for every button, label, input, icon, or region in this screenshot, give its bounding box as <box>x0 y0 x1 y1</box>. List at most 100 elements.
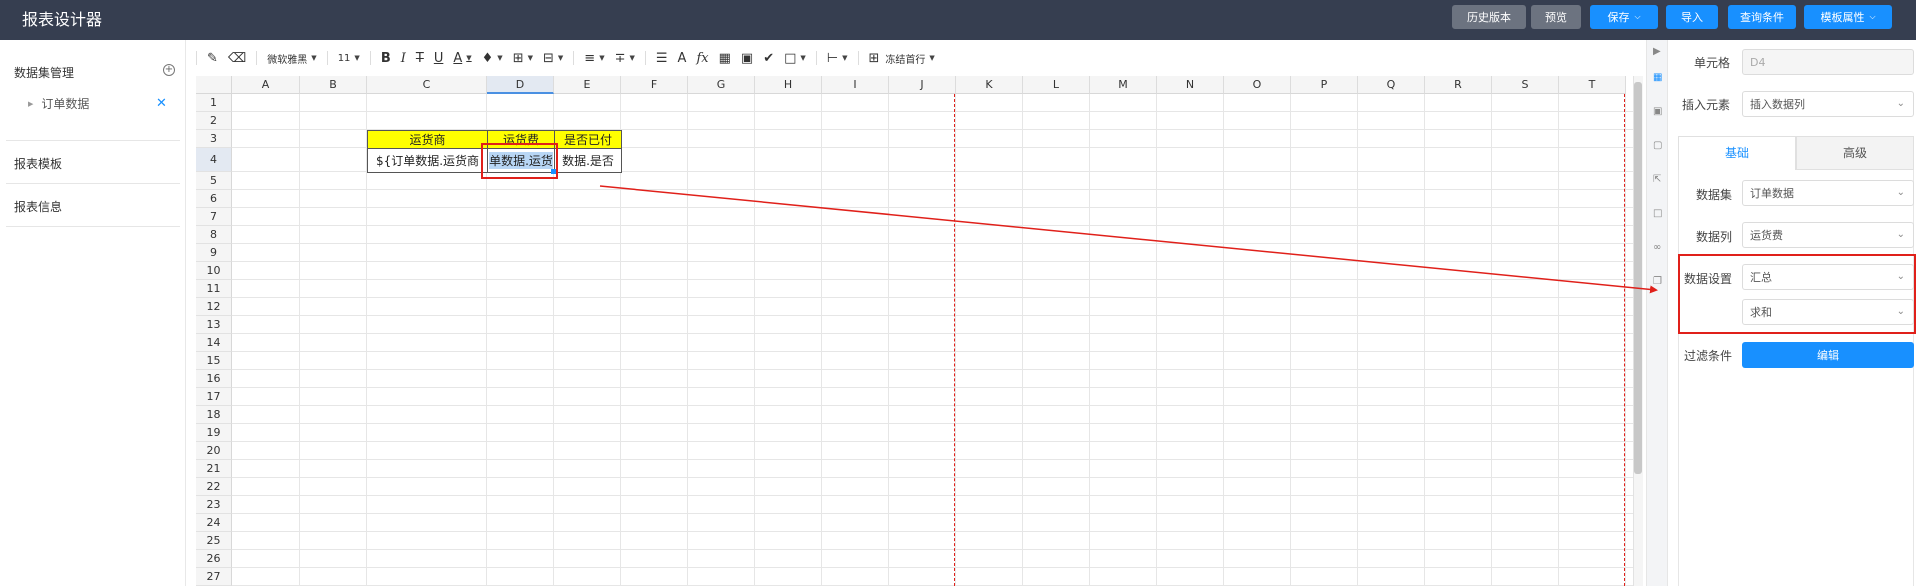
column-header-l[interactable]: L <box>1023 76 1090 94</box>
border-icon[interactable]: ⊞ ▼ <box>513 51 533 66</box>
row-height-icon[interactable]: ☰ <box>656 51 668 66</box>
row-header-18[interactable]: 18 <box>196 406 232 424</box>
column-header-t[interactable]: T <box>1559 76 1626 94</box>
template-properties-button[interactable]: 模板属性 ⌵ <box>1804 5 1892 29</box>
tab-basic[interactable]: 基础 <box>1678 136 1796 170</box>
column-width-icon[interactable]: ⊢ ▼ <box>827 51 848 66</box>
report-info-title[interactable]: 报表信息 <box>14 198 62 215</box>
data-column-select[interactable]: 运货费 ⌄ <box>1742 222 1914 248</box>
row-header-21[interactable]: 21 <box>196 460 232 478</box>
column-header-g[interactable]: G <box>688 76 755 94</box>
edit-filter-button[interactable]: 编辑 <box>1742 342 1914 368</box>
row-header-25[interactable]: 25 <box>196 532 232 550</box>
format-painter-icon[interactable]: ✎ <box>207 51 218 66</box>
cell-c4[interactable]: ${订单数据.运货商 <box>367 148 488 173</box>
eraser-icon[interactable]: ⌫ <box>228 51 246 66</box>
cell-e4[interactable]: 数据.是否 <box>554 148 622 173</box>
spreadsheet-grid[interactable]: A B C D E F G H I J K L M N O P Q R S T 1 2 3 4 5 6 7 8 9 10 11 12 13 14 1… <box>196 76 1643 586</box>
report-template-title[interactable]: 报表模板 <box>14 155 62 172</box>
font-color-icon[interactable]: A ▼ <box>453 51 471 66</box>
column-header-s[interactable]: S <box>1492 76 1559 94</box>
brush-icon[interactable]: ✔ <box>763 51 774 66</box>
align-horizontal-icon[interactable]: ≡ ▼ <box>584 51 604 66</box>
row-header-2[interactable]: 2 <box>196 112 232 130</box>
underline-icon[interactable]: U <box>434 51 444 66</box>
align-vertical-icon[interactable]: ∓ ▼ <box>615 51 635 66</box>
column-header-r[interactable]: R <box>1425 76 1492 94</box>
chart-icon[interactable]: ▦ <box>719 51 731 66</box>
row-header-20[interactable]: 20 <box>196 442 232 460</box>
fill-handle[interactable] <box>551 169 556 174</box>
row-header-26[interactable]: 26 <box>196 550 232 568</box>
fill-color-icon[interactable]: ♦ ▼ <box>482 51 503 66</box>
column-header-j[interactable]: J <box>889 76 956 94</box>
row-header-19[interactable]: 19 <box>196 424 232 442</box>
row-header-22[interactable]: 22 <box>196 478 232 496</box>
function-icon[interactable]: fx <box>696 51 708 66</box>
column-header-h[interactable]: H <box>755 76 822 94</box>
font-size-select[interactable]: 11 ▼ <box>338 53 360 64</box>
column-header-o[interactable]: O <box>1224 76 1291 94</box>
dataset-management-title[interactable]: 数据集管理 <box>14 64 74 81</box>
row-header-1[interactable]: 1 <box>196 94 232 112</box>
query-condition-button[interactable]: 查询条件 <box>1728 5 1796 29</box>
import-button[interactable]: 导入 <box>1666 5 1718 29</box>
row-header-16[interactable]: 16 <box>196 370 232 388</box>
row-header-14[interactable]: 14 <box>196 334 232 352</box>
dataset-item-order[interactable]: ▶ 订单数据 <box>28 95 89 112</box>
column-header-c[interactable]: C <box>367 76 487 94</box>
row-header-13[interactable]: 13 <box>196 316 232 334</box>
row-header-9[interactable]: 9 <box>196 244 232 262</box>
merge-cells-icon[interactable]: ⊟ ▼ <box>543 51 563 66</box>
cell-properties-icon[interactable]: ▦ <box>1653 72 1662 83</box>
export-icon[interactable]: ⇱ <box>1653 174 1661 185</box>
row-header-5[interactable]: 5 <box>196 172 232 190</box>
link-icon[interactable]: ∞ <box>1653 242 1661 253</box>
row-header-8[interactable]: 8 <box>196 226 232 244</box>
column-header-a[interactable]: A <box>232 76 300 94</box>
column-header-d[interactable]: D <box>487 76 554 94</box>
insert-element-select[interactable]: 插入数据列 ⌄ <box>1742 91 1914 117</box>
history-version-button[interactable]: 历史版本 <box>1452 5 1526 29</box>
tab-advanced[interactable]: 高级 <box>1796 136 1914 170</box>
row-header-7[interactable]: 7 <box>196 208 232 226</box>
copy-icon[interactable]: ❐ <box>1653 276 1662 287</box>
font-family-select[interactable]: 微软雅黑 ▼ <box>267 51 316 66</box>
cell-e3[interactable]: 是否已付 <box>554 130 622 149</box>
italic-icon[interactable]: I <box>401 51 406 66</box>
cell-c3[interactable]: 运货商 <box>367 130 488 149</box>
freeze-first-row-select[interactable]: ⊞ 冻结首行 ▼ <box>869 51 935 66</box>
row-header-24[interactable]: 24 <box>196 514 232 532</box>
row-header-17[interactable]: 17 <box>196 388 232 406</box>
collapse-panel-icon[interactable]: ▶ <box>1653 46 1661 57</box>
save-button[interactable]: 保存 ⌵ <box>1590 5 1658 29</box>
row-header-3[interactable]: 3 <box>196 130 232 148</box>
column-header-f[interactable]: F <box>621 76 688 94</box>
row-header-12[interactable]: 12 <box>196 298 232 316</box>
column-header-k[interactable]: K <box>956 76 1023 94</box>
column-header-n[interactable]: N <box>1157 76 1224 94</box>
chat-icon[interactable]: □ <box>1653 208 1662 219</box>
remove-dataset-icon[interactable]: ✕ <box>156 96 167 111</box>
column-header-q[interactable]: Q <box>1358 76 1425 94</box>
row-header-10[interactable]: 10 <box>196 262 232 280</box>
printer-icon[interactable]: ▢ <box>1653 140 1662 151</box>
column-header-b[interactable]: B <box>300 76 367 94</box>
add-dataset-icon[interactable]: + <box>163 64 175 76</box>
row-header-4[interactable]: 4 <box>196 148 232 172</box>
column-header-m[interactable]: M <box>1090 76 1157 94</box>
row-header-15[interactable]: 15 <box>196 352 232 370</box>
column-header-i[interactable]: I <box>822 76 889 94</box>
row-header-11[interactable]: 11 <box>196 280 232 298</box>
column-header-p[interactable]: P <box>1291 76 1358 94</box>
row-header-23[interactable]: 23 <box>196 496 232 514</box>
sheet-corner[interactable] <box>196 76 232 94</box>
image-icon[interactable]: ▣ <box>741 51 753 66</box>
scrollbar-thumb[interactable] <box>1634 82 1642 474</box>
text-format-icon[interactable]: A <box>678 51 687 66</box>
row-header-6[interactable]: 6 <box>196 190 232 208</box>
strikethrough-icon[interactable]: T <box>416 51 424 66</box>
preview-button[interactable]: 预览 <box>1531 5 1581 29</box>
dataset-select[interactable]: 订单数据 ⌄ <box>1742 180 1914 206</box>
save-icon[interactable]: ▣ <box>1653 106 1662 117</box>
